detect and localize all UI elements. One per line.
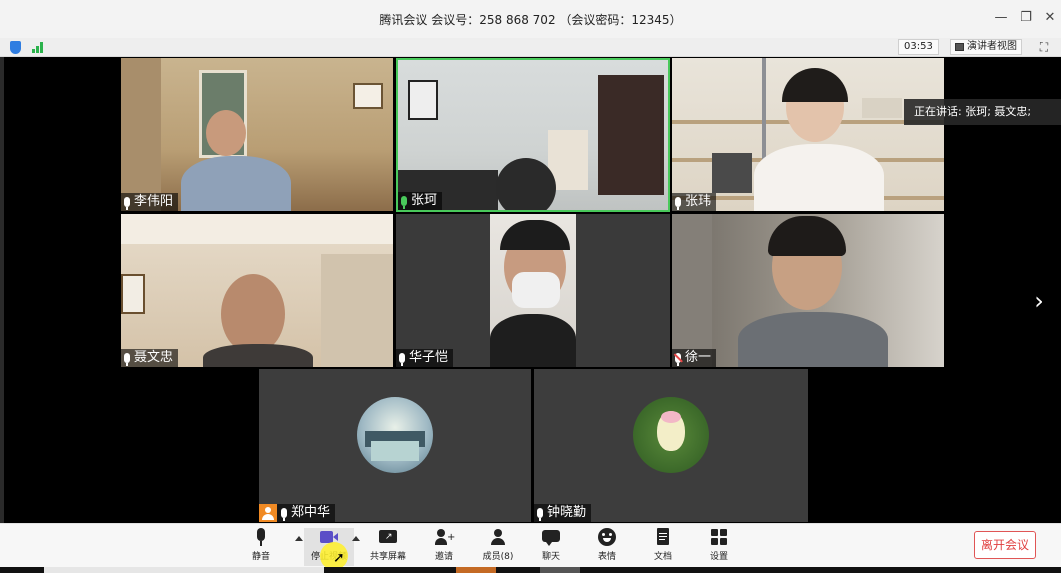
participant-name-tag: 郑中华 <box>259 504 336 522</box>
video-options-caret-icon[interactable] <box>352 536 360 541</box>
video-tile[interactable]: 李伟阳 <box>121 58 393 211</box>
video-tile[interactable]: 徐一 <box>672 214 944 367</box>
chat-icon <box>542 528 560 546</box>
mic-icon <box>281 508 287 521</box>
restore-icon[interactable]: ❐ <box>1018 10 1034 26</box>
participant-name-tag: 张珂 <box>398 192 443 210</box>
emoji-icon <box>598 528 616 546</box>
mic-icon <box>124 197 130 210</box>
video-tile[interactable]: 张珂 <box>396 58 670 212</box>
mic-icon <box>124 353 130 366</box>
leave-meeting-button[interactable]: 离开会议 <box>974 531 1036 559</box>
document-icon <box>654 528 672 546</box>
mic-muted-icon <box>675 353 681 366</box>
participant-name: 张玮 <box>685 194 712 209</box>
minimize-icon[interactable]: — <box>993 10 1009 26</box>
host-icon <box>259 504 277 522</box>
members-button[interactable]: 成员(8) <box>473 528 523 566</box>
meeting-toolbar: 静音 停止视频 ↗ 共享屏幕 + 邀请 成员(8) <box>0 523 1061 570</box>
mic-icon <box>675 197 681 210</box>
video-tile[interactable]: 张玮 <box>672 58 944 211</box>
participant-name-tag: 张玮 <box>672 193 717 211</box>
participant-name: 张珂 <box>411 193 438 208</box>
title-bar: 腾讯会议 会议号：258 868 702 （会议密码：12345） — ❐ ✕ <box>0 0 1061 38</box>
mute-button[interactable]: 静音 <box>236 528 286 566</box>
meeting-timer: 03:53 <box>898 39 939 55</box>
invite-button[interactable]: + 邀请 <box>419 528 469 566</box>
participant-name: 徐一 <box>685 350 712 365</box>
settings-button[interactable]: 设置 <box>694 528 744 566</box>
participant-name-tag: 华子恺 <box>396 349 454 367</box>
documents-label: 文档 <box>653 552 672 562</box>
members-label: 成员(8) <box>482 552 514 562</box>
settings-label: 设置 <box>709 552 728 562</box>
emoji-button[interactable]: 表情 <box>582 528 632 566</box>
left-edge-strip <box>0 57 4 523</box>
video-grid: 李伟阳 张珂 张玮 聂文忠 华子恺 徐一 郑中华 钟晓勤 正在讲话: 张珂; 聂… <box>0 57 1061 523</box>
documents-button[interactable]: 文档 <box>638 528 688 566</box>
chat-label: 聊天 <box>541 552 560 562</box>
participant-name: 钟晓勤 <box>547 505 587 520</box>
fullscreen-icon[interactable]: ⛶ <box>1036 39 1052 55</box>
members-icon <box>489 528 507 546</box>
speaker-view-button[interactable]: 演讲者视图 <box>950 39 1022 55</box>
share-screen-label: 共享屏幕 <box>369 552 406 562</box>
participant-name-tag: 李伟阳 <box>121 193 179 211</box>
share-screen-icon: ↗ <box>379 528 397 546</box>
mute-label: 静音 <box>251 552 270 562</box>
chevron-right-icon[interactable]: › <box>1028 287 1050 315</box>
invite-label: 邀请 <box>434 552 453 562</box>
settings-grid-icon <box>710 528 728 546</box>
speaker-view-label: 演讲者视图 <box>967 41 1017 52</box>
participant-name-tag: 聂文忠 <box>121 349 179 367</box>
video-tile[interactable]: 郑中华 <box>259 369 531 522</box>
mic-icon <box>399 353 405 366</box>
mouse-pointer-icon: ➚ <box>333 550 345 566</box>
participant-name: 李伟阳 <box>134 194 174 209</box>
video-tile[interactable]: 华子恺 <box>396 214 670 367</box>
participant-name: 聂文忠 <box>134 350 174 365</box>
avatar <box>357 397 433 473</box>
close-icon[interactable]: ✕ <box>1042 10 1058 26</box>
participant-name-tag: 徐一 <box>672 349 717 367</box>
mic-icon <box>401 196 407 209</box>
video-tile[interactable]: 聂文忠 <box>121 214 393 367</box>
participant-name: 郑中华 <box>291 505 331 520</box>
share-screen-button[interactable]: ↗ 共享屏幕 <box>363 528 413 566</box>
audio-options-caret-icon[interactable] <box>295 536 303 541</box>
window-title: 腾讯会议 会议号：258 868 702 （会议密码：12345） <box>379 13 682 27</box>
participant-name: 华子恺 <box>409 350 449 365</box>
shield-icon[interactable] <box>10 41 21 54</box>
video-tile[interactable]: 钟晓勤 <box>534 369 808 522</box>
taskbar-strip <box>0 567 1061 573</box>
mic-icon <box>537 508 543 521</box>
add-user-icon: + <box>435 528 455 546</box>
speaking-indicator: 正在讲话: 张珂; 聂文忠; <box>904 99 1061 125</box>
chat-button[interactable]: 聊天 <box>526 528 576 566</box>
info-bar: 03:53 演讲者视图 ⛶ <box>0 38 1061 57</box>
signal-icon[interactable] <box>32 42 46 53</box>
participant-name-tag: 钟晓勤 <box>534 504 592 522</box>
microphone-icon <box>252 528 270 546</box>
avatar <box>633 397 709 473</box>
emoji-label: 表情 <box>597 552 616 562</box>
speaker-view-icon <box>955 43 964 51</box>
